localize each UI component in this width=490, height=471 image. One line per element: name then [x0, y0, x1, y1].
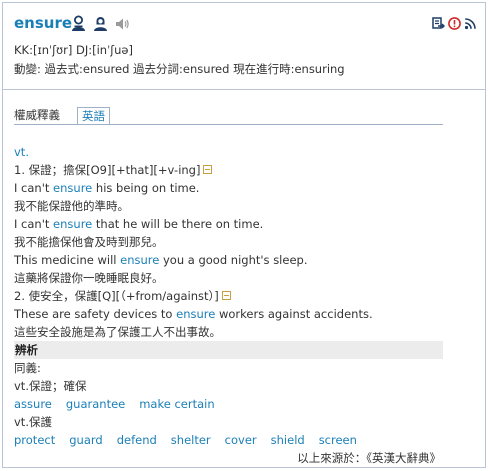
- example-zh: 這藥將保證你一晚睡眠良好。: [14, 271, 164, 285]
- part-of-speech: vt.: [14, 145, 29, 159]
- synonym-list: protect guard defend shelter cover shield scre…: [14, 431, 443, 449]
- synonym-link[interactable]: cover: [225, 433, 257, 447]
- headword: ensure: [14, 14, 73, 32]
- example-en: I can't ensure that he will be there on …: [14, 215, 443, 233]
- us-speaker-icon[interactable]: [71, 15, 86, 32]
- rss-icon[interactable]: [464, 17, 477, 30]
- pronunciation: KK:[ɪnˈʃʊr] DJ:[inˈʃuə]: [14, 43, 133, 57]
- example-zh: 這些安全設施是為了保護工人不出事故。: [14, 325, 221, 339]
- example-text: workers against accidents.: [215, 307, 373, 321]
- synonym-link[interactable]: shelter: [171, 433, 211, 447]
- toolbar: [432, 17, 477, 30]
- example-keyword: ensure: [176, 307, 216, 321]
- sound-icon[interactable]: [115, 17, 130, 34]
- collapse-icon[interactable]: [203, 165, 213, 174]
- example-text: These are safety devices to: [14, 307, 177, 321]
- example-en: I can't ensure his being on time.: [14, 179, 443, 197]
- example-text: you a good night's sleep.: [159, 253, 308, 267]
- tab-english[interactable]: 英語: [77, 107, 110, 125]
- example-zh: 我不能擔保他會及時到那兒。: [14, 235, 164, 249]
- synonyms-label: 同義:: [14, 361, 41, 375]
- example-keyword: ensure: [53, 181, 93, 195]
- example-text: his being on time.: [92, 181, 200, 195]
- example-keyword: ensure: [120, 253, 160, 267]
- analysis-heading: 辨析: [14, 341, 443, 359]
- sense-heading: 1. 保證；擔保[O9][+that][+v-ing]: [14, 161, 443, 179]
- sense-heading: 2. 使安全，保護[Q][（+from/against）]: [14, 287, 443, 305]
- header-divider: [3, 89, 485, 90]
- synonym-link[interactable]: guarantee: [66, 397, 125, 411]
- synonym-link[interactable]: screen: [319, 433, 357, 447]
- tab-authoritative[interactable]: 權威釋義: [14, 107, 76, 125]
- example-en: This medicine will ensure you a good nig…: [14, 251, 443, 269]
- uk-speaker-icon[interactable]: [93, 15, 108, 32]
- example-text: This medicine will: [14, 253, 121, 267]
- synonym-link[interactable]: protect: [14, 433, 55, 447]
- synonym-link[interactable]: guard: [69, 433, 102, 447]
- example-text: I can't: [14, 217, 54, 231]
- tab-underline: [14, 124, 443, 125]
- synonym-link[interactable]: shield: [271, 433, 305, 447]
- synonym-list: assure guarantee make certain: [14, 395, 443, 413]
- example-keyword: ensure: [53, 217, 93, 231]
- synonym-sense: vt.保護: [14, 415, 52, 429]
- verb-forms: 動變: 過去式:ensured 過去分詞:ensured 現在進行時:ensur…: [14, 62, 345, 76]
- definition-content: vt. 1. 保證；擔保[O9][+that][+v-ing] I can't …: [14, 143, 443, 467]
- info-icon[interactable]: [448, 17, 461, 30]
- sense-text: 1. 保證；擔保[O9][+that][+v-ing]: [14, 163, 201, 177]
- example-zh: 我不能保證他的準時。: [14, 199, 129, 213]
- dictionary-panel: ensure KK:[ɪnˈʃʊr] DJ:[inˈʃuə] 動變: 過去式:e…: [2, 2, 486, 468]
- synonym-link[interactable]: defend: [117, 433, 157, 447]
- synonym-link[interactable]: make certain: [139, 397, 214, 411]
- entry-header: ensure KK:[ɪnˈʃʊr] DJ:[inˈʃuə] 動變: 過去式:e…: [3, 3, 485, 89]
- source-citation: 以上來源於：《英漢大辭典》: [297, 451, 441, 465]
- example-text: that he will be there on time.: [92, 217, 264, 231]
- collapse-icon[interactable]: [221, 291, 231, 300]
- export-icon[interactable]: [432, 17, 445, 30]
- synonym-sense: vt.保證；確保: [14, 379, 87, 393]
- example-en: These are safety devices to ensure worke…: [14, 305, 443, 323]
- sense-text: 2. 使安全，保護[Q][（+from/against）]: [14, 289, 219, 303]
- synonym-link[interactable]: assure: [14, 397, 52, 411]
- example-text: I can't: [14, 181, 54, 195]
